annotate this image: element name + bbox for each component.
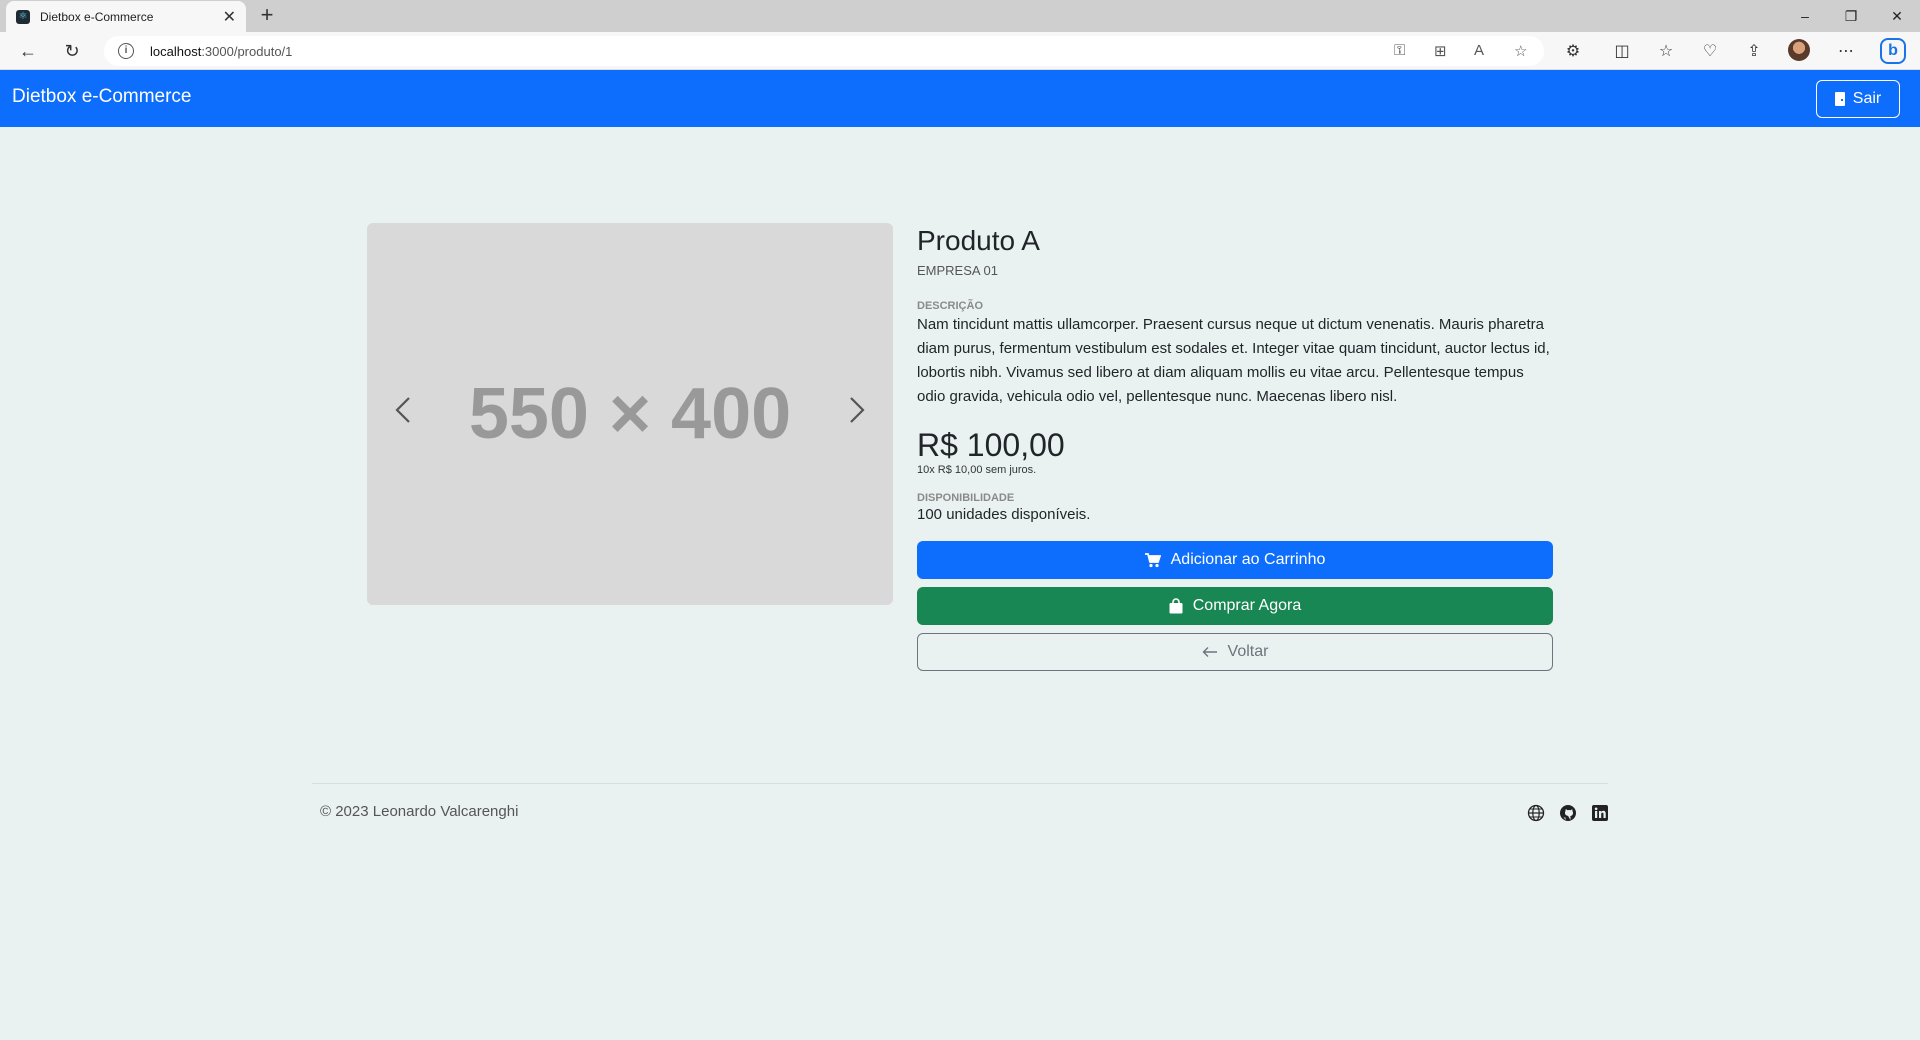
description-label: DESCRIÇÃO — [917, 300, 984, 312]
product-info: Produto A EMPRESA 01 DESCRIÇÃO Nam tinci… — [917, 223, 1553, 671]
product-image-carousel: 550 × 400 — [367, 223, 893, 605]
browser-essentials-icon[interactable]: ♡ — [1699, 41, 1721, 61]
cart-icon — [1144, 552, 1161, 567]
logout-label: Sair — [1852, 90, 1882, 107]
brand-link[interactable]: Dietbox e-Commerce — [12, 86, 192, 108]
browser-tab-strip: ⚛ Dietbox e-Commerce ✕ + – ❐ ✕ — [0, 0, 1920, 32]
favorite-star-icon[interactable]: ☆ — [1514, 42, 1527, 60]
read-aloud-icon[interactable]: A — [1474, 42, 1484, 59]
address-bar[interactable]: i localhost:3000/produto/1 ⚿ ⊞ A ☆ — [104, 36, 1544, 66]
app-navbar: Dietbox e-Commerce Sair — [0, 70, 1920, 127]
carousel-next-icon[interactable] — [835, 390, 875, 430]
share-icon[interactable]: ⇪ — [1743, 41, 1765, 61]
more-options-icon[interactable]: ⋯ — [1835, 41, 1857, 61]
tab-title: Dietbox e-Commerce — [40, 9, 154, 24]
buy-now-label: Comprar Agora — [1192, 597, 1302, 614]
url-path: :3000/produto/1 — [201, 43, 293, 59]
back-button[interactable]: Voltar — [917, 633, 1553, 671]
favorites-icon[interactable]: ☆ — [1655, 41, 1677, 61]
react-favicon-icon: ⚛ — [16, 9, 30, 24]
linkedin-icon[interactable] — [1591, 804, 1609, 822]
product-company: EMPRESA 01 — [917, 263, 998, 278]
reload-icon[interactable]: ↻ — [58, 37, 86, 65]
bing-icon[interactable]: b — [1880, 38, 1906, 64]
extensions-icon[interactable]: ⚙ — [1562, 41, 1584, 61]
installments-text: 10x R$ 10,00 sem juros. — [917, 464, 1037, 476]
add-to-cart-label: Adicionar ao Carrinho — [1170, 551, 1326, 568]
arrow-left-icon — [1202, 647, 1217, 657]
logout-button[interactable]: Sair — [1816, 80, 1900, 118]
tab-close-icon[interactable]: ✕ — [223, 7, 236, 27]
availability-text: 100 unidades disponíveis. — [917, 506, 1091, 523]
product-price: R$ 100,00 — [917, 427, 1065, 463]
carousel-prev-icon[interactable] — [385, 390, 425, 430]
key-icon[interactable]: ⚿ — [1394, 42, 1405, 59]
split-screen-icon[interactable]: ◫ — [1611, 41, 1633, 61]
footer-copyright: © 2023 Leonardo Valcarenghi — [320, 803, 519, 820]
info-icon[interactable]: i — [118, 43, 134, 59]
close-window-button[interactable]: ✕ — [1874, 0, 1920, 32]
product-title: Produto A — [917, 225, 1040, 256]
product-description: Nam tincidunt mattis ullamcorper. Praese… — [917, 316, 1550, 405]
add-to-cart-button[interactable]: Adicionar ao Carrinho — [917, 541, 1553, 579]
apps-icon[interactable]: ⊞ — [1434, 42, 1447, 60]
door-icon — [1834, 92, 1845, 106]
minimize-button[interactable]: – — [1782, 0, 1828, 32]
buy-now-button[interactable]: Comprar Agora — [917, 587, 1553, 625]
placeholder-image-text: 550 × 400 — [468, 374, 792, 454]
back-arrow-icon[interactable]: ← — [14, 37, 42, 65]
restore-button[interactable]: ❐ — [1828, 0, 1874, 32]
footer-divider — [312, 783, 1608, 784]
bag-icon — [1169, 598, 1183, 614]
back-label: Voltar — [1227, 643, 1269, 660]
new-tab-button[interactable]: + — [254, 3, 280, 29]
browser-toolbar: ← ↻ i localhost:3000/produto/1 ⚿ ⊞ A ☆ ⚙… — [0, 32, 1920, 70]
availability-label: DISPONIBILIDADE — [917, 492, 1015, 504]
github-icon[interactable] — [1559, 804, 1577, 822]
profile-avatar[interactable] — [1788, 39, 1810, 61]
globe-icon[interactable] — [1527, 804, 1545, 822]
browser-tab[interactable]: ⚛ Dietbox e-Commerce ✕ — [6, 1, 246, 32]
url-host: localhost — [150, 43, 202, 59]
